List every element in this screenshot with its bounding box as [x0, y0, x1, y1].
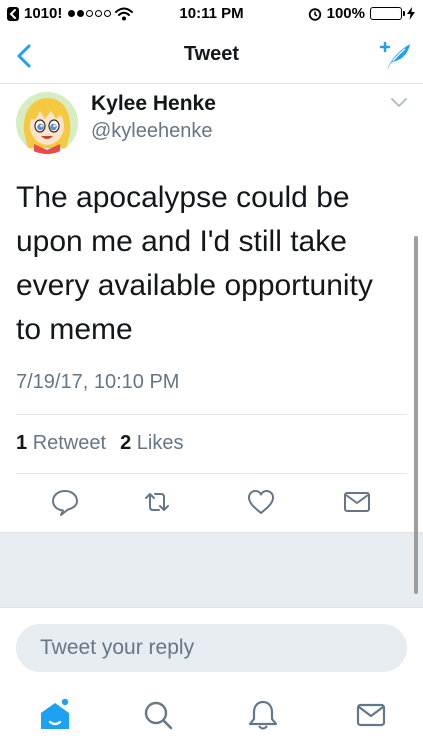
- avatar[interactable]: [16, 92, 78, 154]
- like-label: Likes: [136, 432, 184, 454]
- compose-tweet-icon[interactable]: [377, 40, 413, 72]
- like-stat[interactable]: 2 Likes: [120, 432, 183, 455]
- reply-input[interactable]: Tweet your reply: [16, 624, 407, 672]
- retweet-label: Retweet: [32, 432, 107, 454]
- divider: [16, 473, 407, 474]
- battery-percent: 100%: [326, 5, 365, 22]
- divider: [16, 414, 407, 415]
- author-name[interactable]: Kylee Henke: [91, 92, 216, 116]
- navigation-bar: Tweet: [0, 28, 423, 84]
- retweet-icon[interactable]: [142, 487, 172, 517]
- retweet-count: 1: [16, 432, 28, 454]
- retweet-stat[interactable]: 1 Retweet: [16, 432, 106, 455]
- author-handle[interactable]: @kyleehenke: [91, 120, 212, 143]
- status-right: 100%: [308, 5, 415, 22]
- chevron-down-icon[interactable]: [389, 96, 409, 110]
- page-title: Tweet: [183, 43, 240, 65]
- notifications-icon[interactable]: [246, 698, 280, 732]
- alarm-icon: [308, 7, 321, 21]
- replies-area: [0, 532, 423, 608]
- home-icon[interactable]: [38, 698, 72, 732]
- reply-icon[interactable]: [50, 487, 80, 517]
- tweet-stats: 1 Retweet 2 Likes: [16, 432, 183, 455]
- direct-message-icon[interactable]: [342, 487, 372, 517]
- reply-placeholder: Tweet your reply: [40, 636, 195, 659]
- battery-icon: [370, 7, 405, 20]
- charging-bolt-icon: [407, 7, 415, 20]
- messages-icon[interactable]: [354, 698, 388, 732]
- status-bar: 1010! 10:11 PM 100%: [0, 0, 423, 28]
- like-count: 2: [120, 432, 132, 454]
- tweet-text: The apocalypse could be upon me and I'd …: [16, 181, 373, 346]
- tweet-timestamp: 7/19/17, 10:10 PM: [16, 371, 180, 393]
- search-icon[interactable]: [141, 698, 175, 732]
- scrollbar[interactable]: [414, 236, 418, 594]
- avatar-image: [16, 92, 78, 154]
- like-icon[interactable]: [246, 487, 276, 517]
